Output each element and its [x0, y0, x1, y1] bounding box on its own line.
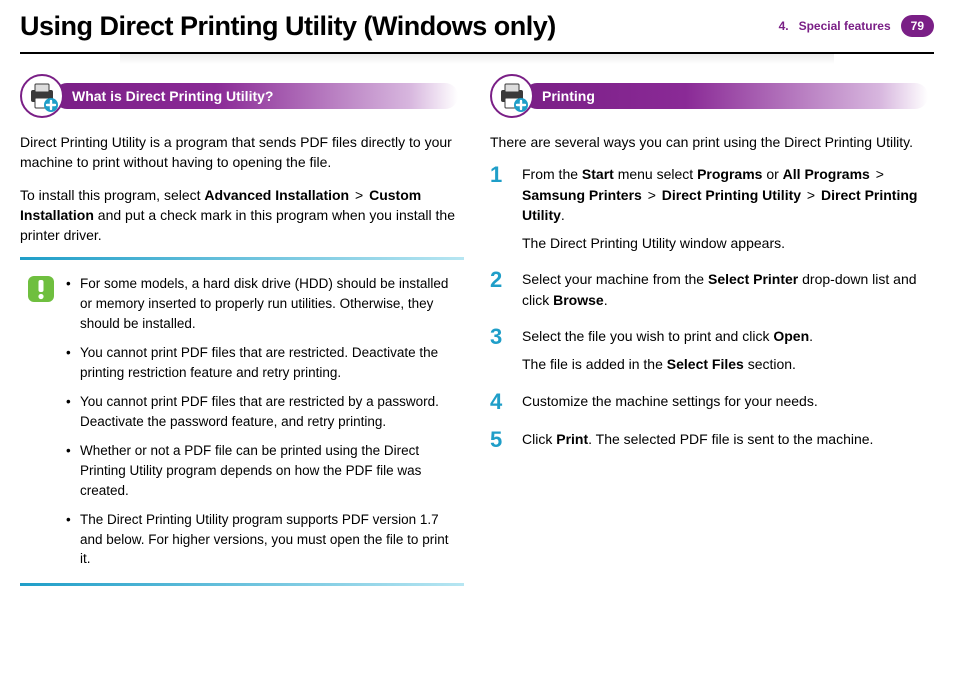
text: From the: [522, 166, 582, 182]
note-item: You cannot print PDF files that are rest…: [66, 343, 454, 382]
step-item: 2 Select your machine from the Select Pr…: [490, 269, 934, 310]
step-number: 5: [490, 429, 508, 451]
bold: Print: [556, 431, 588, 447]
page-number-badge: 79: [901, 15, 934, 37]
install-paragraph: To install this program, select Advanced…: [20, 185, 464, 246]
step-item: 5 Click Print. The selected PDF file is …: [490, 429, 934, 451]
note-item: You cannot print PDF files that are rest…: [66, 392, 454, 431]
text: .: [604, 292, 608, 308]
chapter-number: 4.: [779, 19, 789, 33]
bold: Start: [582, 166, 614, 182]
section-title-label: Printing: [524, 83, 928, 109]
exclamation-icon: [26, 274, 56, 568]
header-bar: Using Direct Printing Utility (Windows o…: [20, 0, 934, 54]
text: or: [762, 166, 782, 182]
bold: All Programs: [783, 166, 870, 182]
step-body: Customize the machine settings for your …: [522, 391, 818, 413]
bold: Browse: [553, 292, 604, 308]
step-body: Click Print. The selected PDF file is se…: [522, 429, 873, 451]
header-shadow: [120, 54, 834, 64]
step-number: 2: [490, 269, 508, 310]
text: >: [642, 187, 662, 203]
bold: Open: [773, 328, 809, 344]
columns: What is Direct Printing Utility? Direct …: [20, 74, 934, 586]
step-number: 3: [490, 326, 508, 375]
bold: Samsung Printers: [522, 187, 642, 203]
breadcrumb: 4. Special features 79: [779, 15, 934, 37]
text: Click: [522, 431, 556, 447]
chapter-name: Special features: [799, 19, 891, 33]
install-text-pre: To install this program, select: [20, 187, 204, 203]
step-body: From the Start menu select Programs or A…: [522, 164, 934, 253]
right-column: Printing There are several ways you can …: [490, 74, 934, 586]
text: The file is added in the: [522, 356, 667, 372]
intro-paragraph: Direct Printing Utility is a program tha…: [20, 132, 464, 173]
page-title: Using Direct Printing Utility (Windows o…: [20, 11, 556, 42]
install-bold-1: Advanced Installation: [204, 187, 349, 203]
section-header-printing: Printing: [490, 74, 934, 118]
note-item: Whether or not a PDF file can be printed…: [66, 441, 454, 500]
text: >: [801, 187, 821, 203]
page-root: Using Direct Printing Utility (Windows o…: [0, 0, 954, 675]
text: menu select: [614, 166, 697, 182]
step-body: Select the file you wish to print and cl…: [522, 326, 813, 375]
text: .: [561, 207, 565, 223]
step-number: 1: [490, 164, 508, 253]
printer-plus-icon: [20, 74, 64, 118]
text: .: [809, 328, 813, 344]
text: section.: [744, 356, 796, 372]
text: Select the file you wish to print and cl…: [522, 328, 773, 344]
text: . The selected PDF file is sent to the m…: [588, 431, 873, 447]
text: >: [870, 166, 886, 182]
step-item: 1 From the Start menu select Programs or…: [490, 164, 934, 253]
note-item: The Direct Printing Utility program supp…: [66, 510, 454, 569]
note-list: For some models, a hard disk drive (HDD)…: [66, 274, 454, 568]
text: Select your machine from the: [522, 271, 708, 287]
bold: Programs: [697, 166, 762, 182]
step-item: 4 Customize the machine settings for you…: [490, 391, 934, 413]
step-sub: The Direct Printing Utility window appea…: [522, 233, 934, 253]
section-title-label: What is Direct Printing Utility?: [54, 83, 458, 109]
install-gt-1: >: [349, 187, 369, 203]
section-header-what-is: What is Direct Printing Utility?: [20, 74, 464, 118]
step-list: 1 From the Start menu select Programs or…: [490, 164, 934, 450]
printer-plus-icon: [490, 74, 534, 118]
bold: Direct Printing Utility: [662, 187, 801, 203]
bold: Select Printer: [708, 271, 798, 287]
printing-intro: There are several ways you can print usi…: [490, 132, 934, 152]
note-box: For some models, a hard disk drive (HDD)…: [20, 257, 464, 585]
step-sub: The file is added in the Select Files se…: [522, 354, 813, 374]
note-item: For some models, a hard disk drive (HDD)…: [66, 274, 454, 333]
step-item: 3 Select the file you wish to print and …: [490, 326, 934, 375]
bold: Select Files: [667, 356, 744, 372]
step-body: Select your machine from the Select Prin…: [522, 269, 934, 310]
step-number: 4: [490, 391, 508, 413]
left-column: What is Direct Printing Utility? Direct …: [20, 74, 464, 586]
